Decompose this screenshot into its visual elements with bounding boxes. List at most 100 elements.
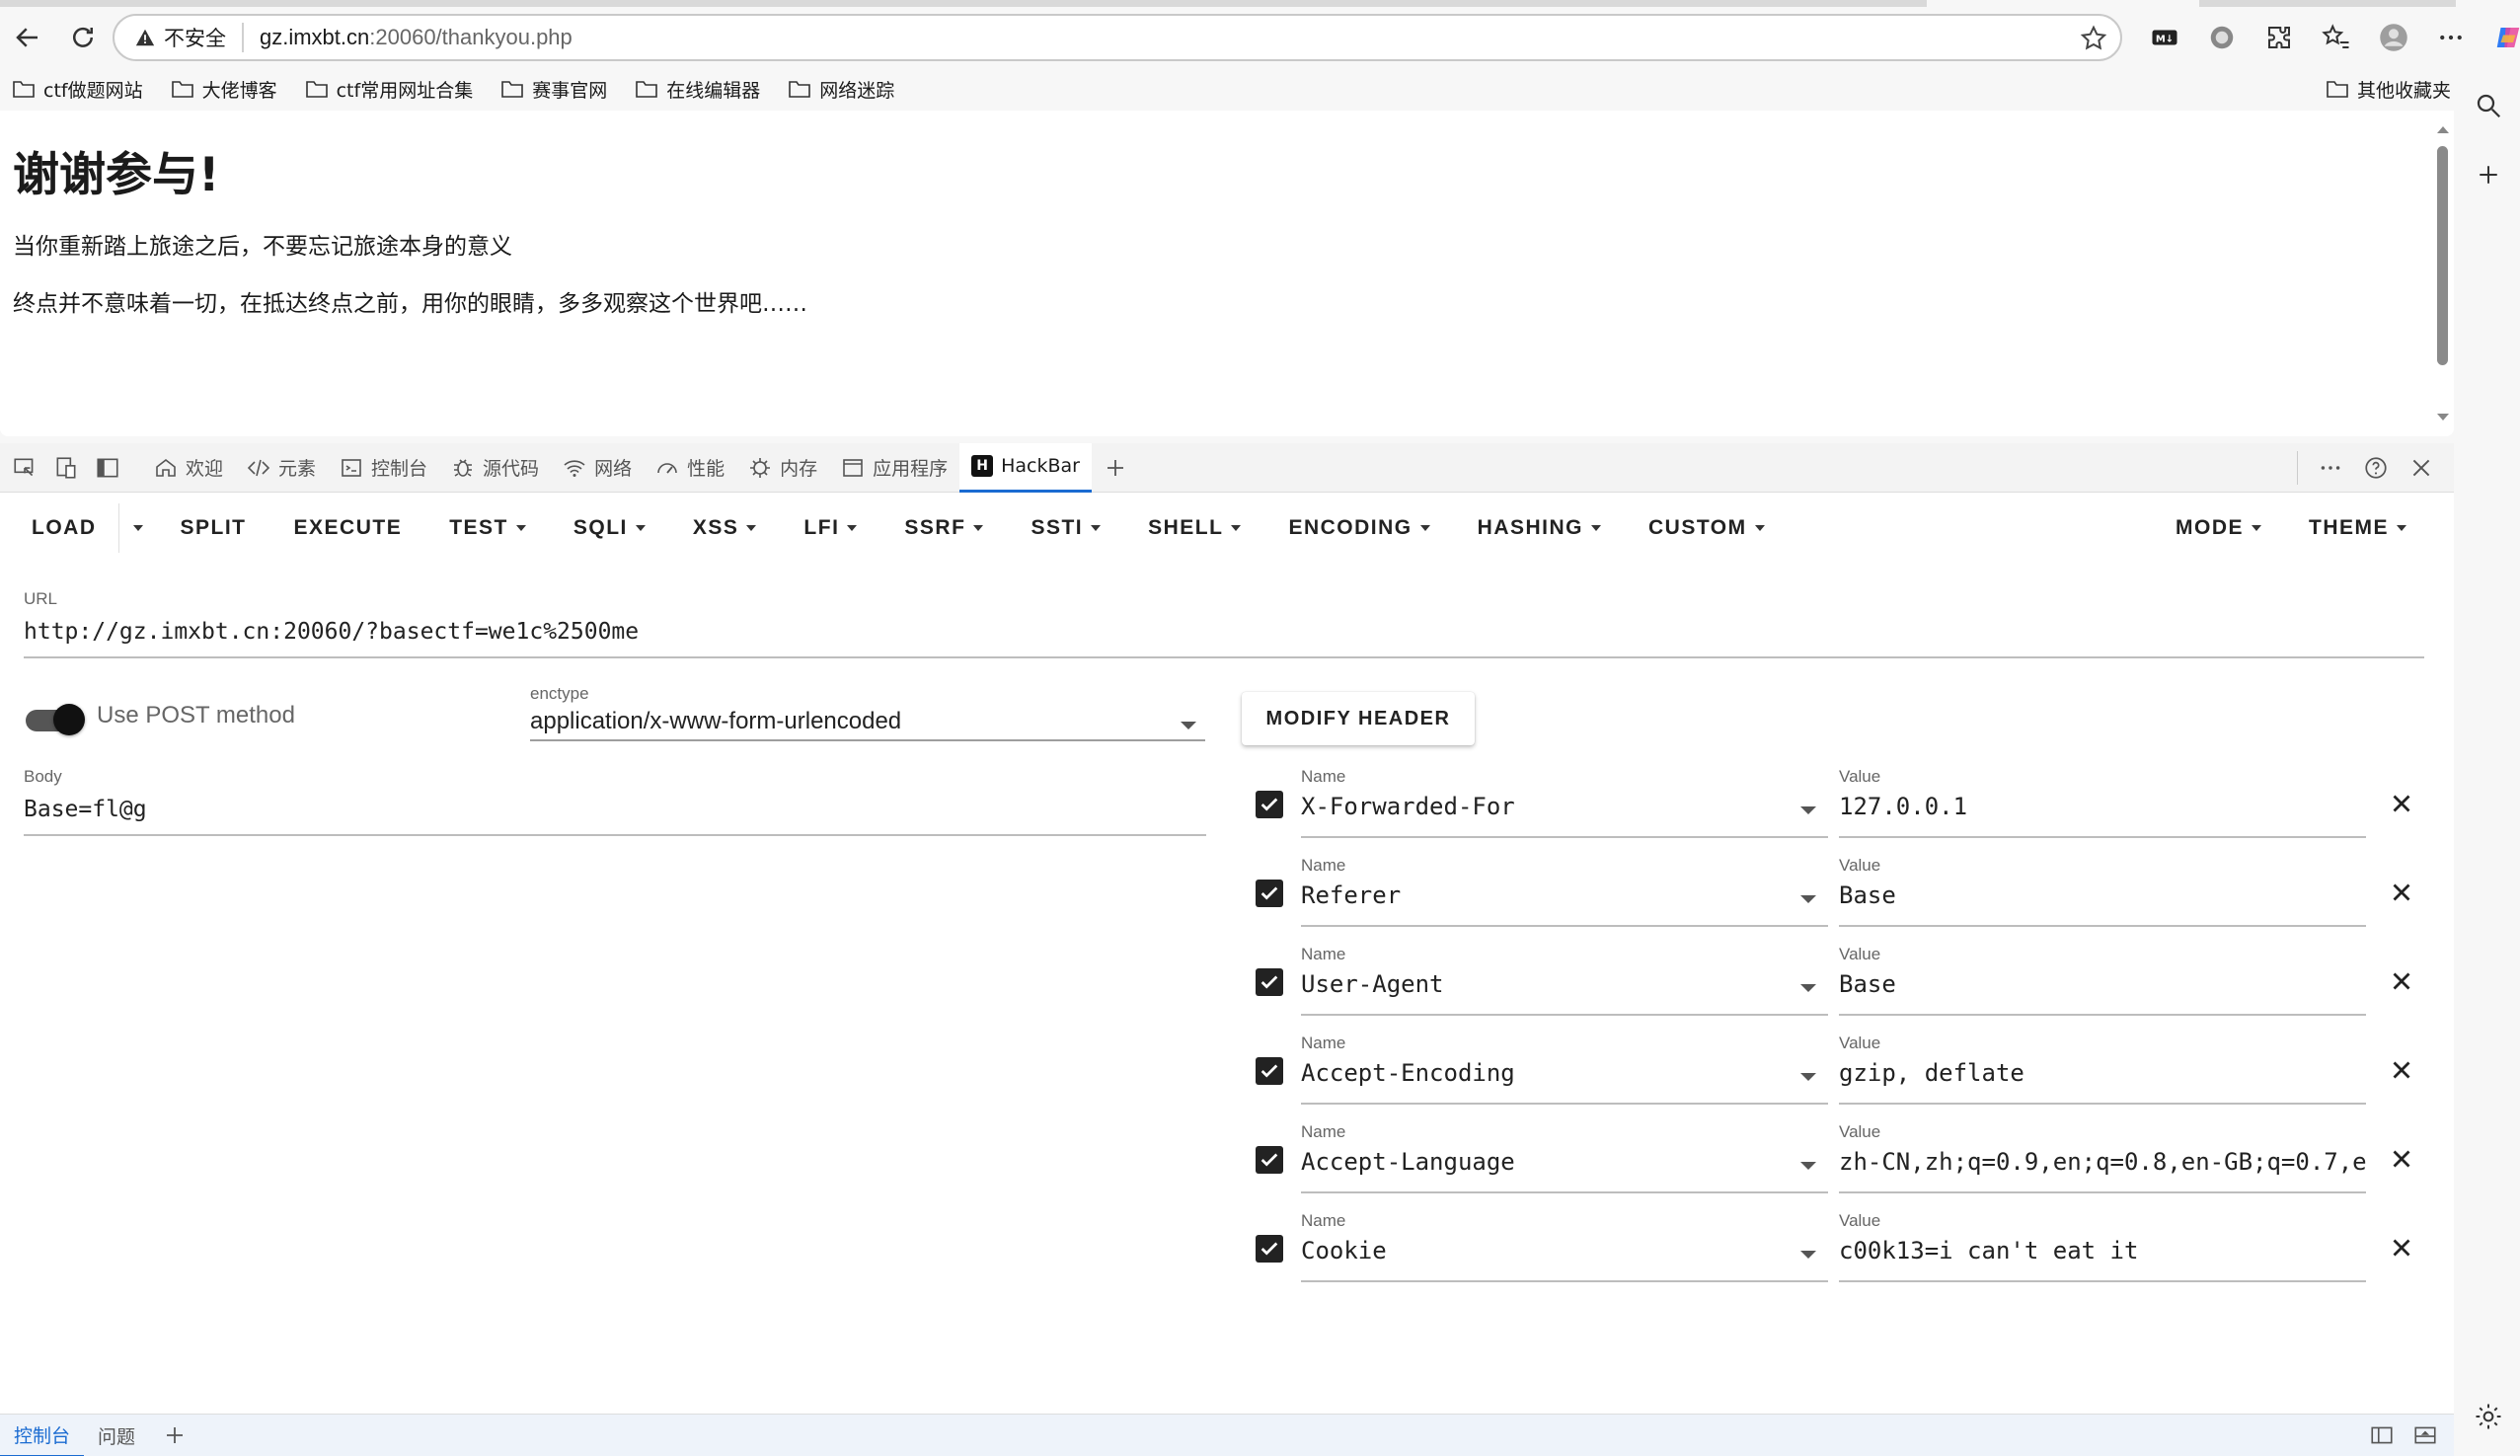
modify-header-button[interactable]: MODIFY HEADER	[1242, 692, 1475, 745]
scroll-down-icon[interactable]	[2432, 407, 2454, 428]
chevron-down-icon[interactable]	[1800, 1162, 1816, 1170]
profile-button[interactable]	[2369, 14, 2418, 61]
header-enabled-checkbox[interactable]	[1256, 1057, 1283, 1085]
chevron-down-icon[interactable]	[1800, 1251, 1816, 1259]
other-bookmarks-folder[interactable]: 其他收藏夹	[2326, 76, 2451, 103]
more-dots-icon[interactable]	[2318, 455, 2343, 481]
tab-console[interactable]: 控制台	[328, 443, 439, 493]
ssti-menu[interactable]: SSTI	[1007, 500, 1124, 556]
copilot-button[interactable]	[2483, 14, 2520, 61]
header-name-input[interactable]: X-Forwarded-For	[1301, 793, 1515, 820]
enctype-select[interactable]: application/x-www-form-urlencoded	[530, 708, 901, 735]
address-bar[interactable]: 不安全 gz.imxbt.cn:20060/thankyou.php	[113, 14, 2122, 61]
header-enabled-checkbox[interactable]	[1256, 791, 1283, 818]
header-enabled-checkbox[interactable]	[1256, 1146, 1283, 1174]
shell-menu[interactable]: SHELL	[1124, 500, 1264, 556]
bookmark-folder[interactable]: 大佬博客	[171, 76, 277, 103]
tab-application[interactable]: 应用程序	[829, 443, 959, 493]
header-enabled-checkbox[interactable]	[1256, 880, 1283, 907]
body-input[interactable]: Base=fl@g	[24, 797, 147, 822]
header-value-input[interactable]: 127.0.0.1	[1839, 793, 2366, 820]
expand-drawer-icon[interactable]	[2412, 1422, 2438, 1448]
inspect-element-button[interactable]	[8, 451, 41, 485]
circle-extension[interactable]	[2197, 14, 2247, 61]
dock-drawer-icon[interactable]	[2369, 1422, 2395, 1448]
sidebar-add-button[interactable]	[2456, 140, 2520, 209]
header-enabled-checkbox[interactable]	[1256, 968, 1283, 996]
favorite-star-icon[interactable]	[2079, 24, 2108, 53]
header-name-input[interactable]: Cookie	[1301, 1237, 1387, 1264]
header-value-input[interactable]: Base	[1839, 970, 2366, 998]
bookmark-folder[interactable]: 网络迷踪	[788, 76, 894, 103]
scroll-up-icon[interactable]	[2432, 118, 2454, 140]
lfi-menu[interactable]: LFI	[780, 500, 880, 556]
extensions-button[interactable]	[2254, 14, 2304, 61]
header-value-input[interactable]: Base	[1839, 881, 2366, 909]
sqli-menu[interactable]: SQLI	[550, 500, 669, 556]
header-name-input[interactable]: Referer	[1301, 881, 1401, 909]
header-value-input[interactable]: zh-CN,zh;q=0.9,en;q=0.8,en-GB;q=0.7,en-U…	[1839, 1148, 2366, 1176]
bookmark-folder[interactable]: ctf常用网址合集	[305, 76, 473, 103]
scrollbar-thumb[interactable]	[2437, 146, 2448, 365]
chevron-down-icon[interactable]	[1181, 722, 1196, 729]
header-name-input[interactable]: Accept-Encoding	[1301, 1059, 1515, 1087]
encoding-menu[interactable]: ENCODING	[1264, 500, 1453, 556]
header-enabled-checkbox[interactable]	[1256, 1235, 1283, 1263]
more-menu-button[interactable]	[2426, 14, 2476, 61]
back-button[interactable]	[0, 10, 55, 65]
header-value-input[interactable]: c00k13=i can't eat it	[1839, 1237, 2366, 1264]
device-emulation-button[interactable]	[49, 451, 83, 485]
help-icon[interactable]	[2363, 455, 2389, 481]
chevron-down-icon[interactable]	[1800, 1073, 1816, 1081]
add-tab-button[interactable]	[1092, 443, 1139, 493]
tab-hackbar[interactable]: H HackBar	[959, 442, 1092, 493]
mode-menu[interactable]: MODE	[2152, 500, 2285, 556]
chevron-down-icon[interactable]	[1800, 984, 1816, 992]
chevron-down-icon[interactable]	[1800, 806, 1816, 814]
drawer-add-tab-button[interactable]	[149, 1415, 200, 1456]
load-dropdown-button[interactable]	[119, 500, 157, 556]
execute-button[interactable]: EXECUTE	[270, 500, 426, 556]
remove-header-icon[interactable]	[2387, 1233, 2416, 1263]
remove-header-icon[interactable]	[2387, 789, 2416, 818]
hashing-menu[interactable]: HASHING	[1454, 500, 1625, 556]
drawer-tab-issues[interactable]: 问题	[84, 1415, 149, 1456]
bookmark-folder[interactable]: 赛事官网	[500, 76, 607, 103]
security-indicator[interactable]: 不安全	[134, 23, 244, 52]
markdown-extension[interactable]: M↓	[2140, 14, 2189, 61]
sidebar-search-button[interactable]	[2456, 71, 2520, 140]
tab-memory[interactable]: 内存	[736, 443, 829, 493]
header-value-input[interactable]: gzip, deflate	[1839, 1059, 2366, 1087]
xss-menu[interactable]: XSS	[669, 500, 781, 556]
refresh-button[interactable]	[55, 10, 111, 65]
tab-welcome[interactable]: 欢迎	[142, 443, 235, 493]
dock-side-button[interactable]	[91, 451, 124, 485]
bookmark-folder[interactable]: 在线编辑器	[635, 76, 760, 103]
url-text[interactable]: gz.imxbt.cn:20060/thankyou.php	[260, 25, 573, 50]
remove-header-icon[interactable]	[2387, 878, 2416, 907]
url-input[interactable]: http://gz.imxbt.cn:20060/?basectf=we1c%2…	[24, 619, 639, 645]
remove-header-icon[interactable]	[2387, 1055, 2416, 1085]
tab-network[interactable]: 网络	[551, 443, 644, 493]
post-method-toggle[interactable]	[26, 702, 85, 737]
chevron-down-icon[interactable]	[1800, 895, 1816, 903]
tab-elements[interactable]: 元素	[235, 443, 328, 493]
remove-header-icon[interactable]	[2387, 1144, 2416, 1174]
favorites-button[interactable]	[2312, 14, 2361, 61]
remove-header-icon[interactable]	[2387, 966, 2416, 996]
close-icon[interactable]	[2408, 455, 2434, 481]
custom-menu[interactable]: CUSTOM	[1625, 500, 1789, 556]
load-button[interactable]: LOAD	[0, 500, 118, 556]
drawer-tab-console[interactable]: 控制台	[0, 1415, 85, 1456]
tab-performance[interactable]: 性能	[644, 443, 736, 493]
header-name-input[interactable]: Accept-Language	[1301, 1148, 1515, 1176]
header-name-input[interactable]: User-Agent	[1301, 970, 1444, 998]
test-menu[interactable]: TEST	[425, 500, 550, 556]
page-scrollbar[interactable]	[2432, 111, 2454, 436]
split-button[interactable]: SPLIT	[157, 500, 270, 556]
ssrf-menu[interactable]: SSRF	[880, 500, 1007, 556]
bookmark-folder[interactable]: ctf做题网站	[12, 76, 143, 103]
theme-menu[interactable]: THEME	[2285, 500, 2430, 556]
sidebar-settings-button[interactable]	[2456, 1382, 2520, 1451]
tab-sources[interactable]: 源代码	[439, 443, 551, 493]
